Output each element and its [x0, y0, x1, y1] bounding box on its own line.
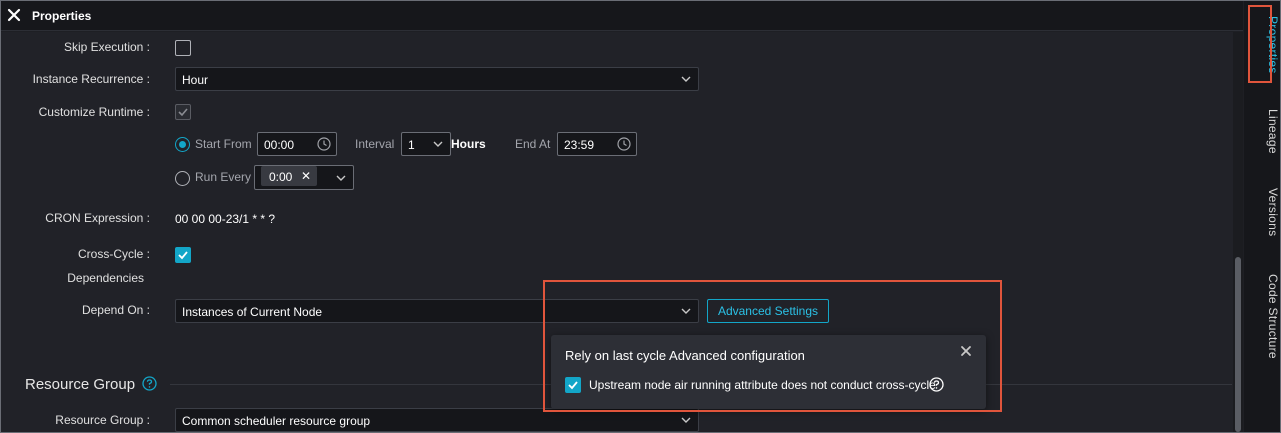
tab-code-structure[interactable]: Code Structure: [1244, 268, 1280, 364]
upstream-cross-cycle-label: Upstream node air running attribute does…: [589, 378, 936, 392]
clock-icon: [617, 137, 631, 151]
run-every-label: Run Every: [195, 170, 252, 184]
interval-value: 1: [408, 138, 415, 152]
chevron-down-icon: [433, 141, 443, 147]
upstream-cross-cycle-checkbox[interactable]: [565, 377, 581, 393]
run-every-tag: 0:00 ✕: [261, 166, 317, 186]
chevron-down-icon: [681, 76, 691, 82]
advanced-settings-button[interactable]: Advanced Settings: [707, 299, 829, 323]
start-from-label: Start From: [195, 137, 252, 151]
tag-remove-icon[interactable]: ✕: [301, 169, 311, 183]
advanced-config-popover: Rely on last cycle Advanced configuratio…: [551, 335, 986, 409]
cron-expression-value: 00 00 00-23/1 * * ?: [175, 212, 276, 226]
scrollbar-thumb[interactable]: [1235, 257, 1241, 432]
tab-lineage[interactable]: Lineage: [1244, 104, 1280, 158]
customize-runtime-checkbox[interactable]: [175, 104, 191, 120]
end-at-value: 23:59: [564, 138, 595, 152]
check-icon: [178, 108, 188, 117]
instance-recurrence-select[interactable]: Hour: [175, 67, 699, 91]
instance-recurrence-label: Instance Recurrence :: [32, 72, 150, 86]
resource-group-label: Resource Group :: [55, 413, 150, 427]
close-icon[interactable]: [960, 345, 972, 357]
check-icon: [568, 381, 578, 390]
run-every-tag-value: 0:00: [269, 170, 293, 184]
interval-label: Interval: [355, 137, 395, 151]
header-title: Properties: [32, 9, 92, 23]
depend-on-select[interactable]: Instances of Current Node: [175, 299, 699, 323]
interval-select[interactable]: 1: [401, 132, 451, 156]
check-icon: [178, 251, 188, 260]
hours-label: Hours: [451, 137, 486, 151]
end-at-label: End At: [515, 137, 551, 151]
end-at-time-input[interactable]: 23:59: [557, 132, 637, 156]
cross-cycle-label: Cross-Cycle :: [77, 247, 150, 261]
instance-recurrence-value: Hour: [182, 73, 209, 87]
depend-on-value: Instances of Current Node: [182, 305, 323, 319]
depend-on-label: Depend On :: [81, 303, 150, 317]
start-from-radio[interactable]: [175, 137, 190, 152]
help-circle-icon[interactable]: [142, 376, 157, 391]
popover-title: Rely on last cycle Advanced configuratio…: [565, 348, 805, 363]
close-icon[interactable]: [7, 8, 21, 22]
properties-header: Properties: [1, 1, 1243, 31]
chevron-down-icon: [336, 175, 346, 181]
skip-execution-checkbox[interactable]: [175, 40, 191, 56]
chevron-down-icon: [681, 308, 691, 314]
help-circle-icon[interactable]: [929, 377, 944, 392]
resource-group-select[interactable]: Common scheduler resource group: [175, 408, 699, 432]
chevron-down-icon: [681, 417, 691, 423]
dependencies-label: Dependencies: [67, 271, 144, 285]
cron-expression-label: CRON Expression :: [45, 211, 150, 225]
skip-execution-label: Skip Execution :: [63, 40, 150, 54]
resource-group-section-title: Resource Group: [25, 376, 136, 393]
run-every-radio[interactable]: [175, 171, 190, 186]
cross-cycle-checkbox[interactable]: [175, 247, 191, 263]
start-from-time-input[interactable]: 00:00: [257, 132, 337, 156]
clock-icon: [317, 137, 331, 151]
tab-versions[interactable]: Versions: [1244, 184, 1280, 240]
tab-properties[interactable]: Properties: [1244, 12, 1280, 78]
resource-group-value: Common scheduler resource group: [182, 414, 371, 428]
start-from-value: 00:00: [264, 138, 295, 152]
customize-runtime-label: Customize Runtime :: [38, 105, 150, 119]
